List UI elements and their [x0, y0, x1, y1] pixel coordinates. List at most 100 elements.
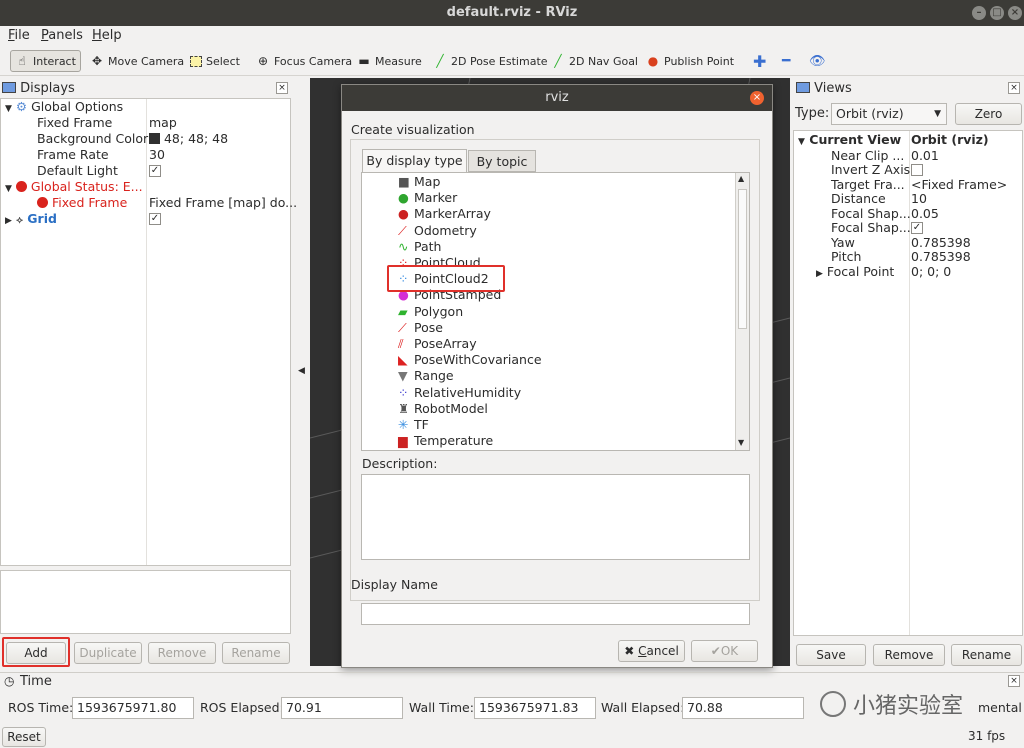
- window-title: default.rviz - RViz: [0, 0, 1024, 26]
- default-light-checkbox[interactable]: ✓: [149, 165, 161, 177]
- display-type-item[interactable]: ▆ Temperature: [398, 433, 493, 449]
- maximize-icon[interactable]: □: [990, 6, 1004, 20]
- display-name-input[interactable]: [361, 603, 750, 625]
- add-tool-icon[interactable]: ✚: [749, 50, 770, 72]
- grid-checkbox[interactable]: ✓: [149, 213, 161, 225]
- dialog-title: rviz: [342, 85, 772, 111]
- background-color-value[interactable]: 48; 48; 48: [149, 131, 228, 147]
- time-close-icon[interactable]: ×: [1008, 675, 1020, 687]
- fixed-frame-value[interactable]: map: [149, 115, 177, 131]
- views-save-button[interactable]: Save: [796, 644, 866, 666]
- display-type-item[interactable]: ⟋ Odometry: [398, 223, 477, 239]
- remove-button[interactable]: Remove: [148, 642, 216, 664]
- near-clip-value[interactable]: 0.01: [911, 148, 939, 164]
- create-label: Create visualization: [351, 122, 475, 137]
- current-view-row[interactable]: ▼ Current View: [798, 132, 901, 148]
- display-type-item[interactable]: ▰ Polygon: [398, 304, 463, 320]
- display-type-item[interactable]: ⁘ RelativeHumidity: [398, 385, 521, 401]
- measure-tool[interactable]: ▬ Measure: [353, 50, 426, 72]
- tf-icon: ✳: [398, 417, 409, 432]
- display-type-item[interactable]: ● MarkerArray: [398, 206, 491, 222]
- ok-button[interactable]: ✔OK: [691, 640, 758, 662]
- display-type-item[interactable]: ✳ TF: [398, 417, 429, 433]
- ros-time-field[interactable]: 1593675971.80: [72, 697, 194, 719]
- display-type-item[interactable]: ⫽ PoseArray: [398, 336, 477, 352]
- global-status-row[interactable]: ▼ Global Status: E...: [5, 179, 143, 195]
- tab-display-type[interactable]: By display type: [362, 149, 467, 173]
- description-label: Description:: [362, 456, 438, 471]
- zero-button[interactable]: Zero: [955, 103, 1022, 125]
- display-type-item[interactable]: ◣ PoseWithCovariance: [398, 352, 542, 368]
- add-button[interactable]: Add: [6, 642, 66, 664]
- view-type-select[interactable]: Orbit (rviz) ▼: [831, 103, 947, 125]
- dialog-close-icon[interactable]: ×: [750, 91, 764, 105]
- ros-time-label: ROS Time:: [8, 700, 74, 715]
- check-icon: ✔: [710, 644, 721, 658]
- monitor-icon: [796, 82, 810, 93]
- collapse-left-icon[interactable]: ◀: [298, 366, 305, 376]
- rename-button[interactable]: Rename: [222, 642, 290, 664]
- scroll-down-icon[interactable]: ▼: [738, 438, 744, 447]
- display-type-item[interactable]: ■ Map: [398, 174, 440, 190]
- nav-goal-tool[interactable]: ╱ 2D Nav Goal: [547, 50, 642, 72]
- scrollbar-thumb[interactable]: [738, 189, 747, 329]
- display-type-item[interactable]: ▼ Range: [398, 368, 454, 384]
- grid-row[interactable]: ▶ ⟡ Grid: [5, 211, 57, 227]
- focal-point-row[interactable]: ▶ Focal Point: [816, 264, 894, 280]
- eye-icon[interactable]: 👁: [805, 50, 830, 72]
- wall-elapsed-field[interactable]: 70.88: [682, 697, 804, 719]
- interact-tool[interactable]: ☝ Interact: [10, 50, 81, 72]
- odometry-icon: ⟋: [398, 222, 407, 238]
- distance-value[interactable]: 10: [911, 191, 927, 207]
- view-type-label: Type:: [795, 106, 830, 121]
- close-icon[interactable]: ×: [1008, 6, 1022, 20]
- display-type-item[interactable]: ⟋ Pose: [398, 320, 443, 336]
- duplicate-button[interactable]: Duplicate: [74, 642, 142, 664]
- green-arrow-icon: ╱: [554, 54, 562, 68]
- fps-label: 31 fps: [968, 729, 1006, 743]
- select-tool[interactable]: Select: [186, 50, 244, 72]
- views-rename-button[interactable]: Rename: [951, 644, 1022, 666]
- menu-panels[interactable]: Panels: [41, 28, 83, 43]
- views-tree[interactable]: ▼ Current View Orbit (rviz) Near Clip ..…: [793, 130, 1023, 636]
- wechat-icon: [820, 691, 846, 717]
- list-scrollbar[interactable]: ▲ ▼: [735, 173, 749, 450]
- watermark: 小猪实验室: [820, 688, 963, 720]
- wall-time-field[interactable]: 1593675971.83: [474, 697, 596, 719]
- menu-help[interactable]: Help: [92, 28, 122, 43]
- views-remove-button[interactable]: Remove: [873, 644, 945, 666]
- displays-close-icon[interactable]: ×: [276, 82, 288, 94]
- create-visualization-dialog: rviz × Create visualization By display t…: [341, 84, 773, 668]
- global-options-row[interactable]: ▼ ⚙ Global Options: [5, 99, 123, 115]
- scroll-up-icon[interactable]: ▲: [738, 174, 744, 183]
- pitch-value[interactable]: 0.785398: [911, 249, 971, 265]
- display-type-item[interactable]: ♜ RobotModel: [398, 401, 488, 417]
- fixed-frame-label: Fixed Frame: [37, 115, 113, 130]
- display-type-item[interactable]: ● Marker: [398, 190, 457, 206]
- focal-shape-fixed-checkbox[interactable]: ✓: [911, 222, 923, 234]
- error-icon: [37, 197, 48, 208]
- minimize-icon[interactable]: –: [972, 6, 986, 20]
- displays-tree[interactable]: ▼ ⚙ Global Options Fixed Frame map Backg…: [0, 98, 297, 566]
- tab-topic[interactable]: By topic: [468, 150, 536, 172]
- status-fixed-frame-value: Fixed Frame [map] do...: [149, 195, 298, 210]
- display-type-list[interactable]: ▲ ▼ ■ Map ● Marker ● MarkerArray ⟋ Odometry ∿ Pat…: [361, 172, 750, 451]
- views-close-icon[interactable]: ×: [1008, 82, 1020, 94]
- focal-shape-size-value[interactable]: 0.05: [911, 206, 939, 222]
- reset-button[interactable]: Reset: [2, 727, 46, 747]
- pose-estimate-tool[interactable]: ╱ 2D Pose Estimate: [429, 50, 552, 72]
- focus-camera-tool[interactable]: ⊕ Focus Camera: [252, 50, 356, 72]
- publish-point-tool[interactable]: ● Publish Point: [642, 50, 738, 72]
- frame-rate-value[interactable]: 30: [149, 147, 165, 163]
- invert-z-checkbox[interactable]: [911, 164, 923, 176]
- menu-file[interactable]: File: [8, 28, 30, 43]
- remove-tool-icon[interactable]: ━: [778, 50, 794, 72]
- robotmodel-icon: ♜: [398, 400, 410, 416]
- marker-icon: ●: [398, 190, 409, 206]
- posearray-icon: ⫽: [398, 336, 404, 351]
- cancel-button[interactable]: ✖ Cancel: [618, 640, 685, 662]
- ros-elapsed-field[interactable]: 70.91: [281, 697, 403, 719]
- display-type-item[interactable]: ∿ Path: [398, 239, 441, 255]
- focal-point-value[interactable]: 0; 0; 0: [911, 264, 951, 280]
- move-camera-tool[interactable]: ✥ Move Camera: [86, 50, 188, 72]
